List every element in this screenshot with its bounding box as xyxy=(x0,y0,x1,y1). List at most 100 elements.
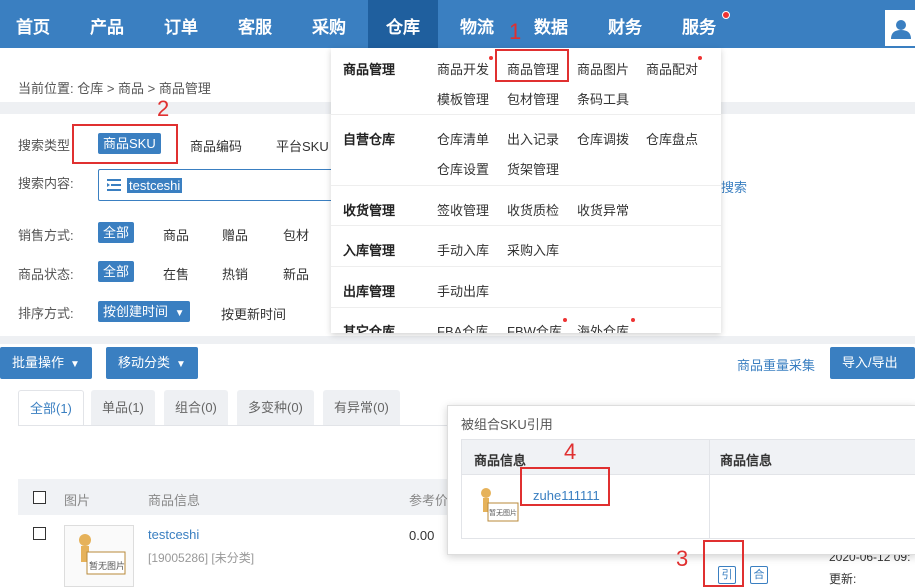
search-type-label: 搜索类型 xyxy=(18,138,71,153)
user-icon xyxy=(891,20,911,39)
status-on-sale[interactable]: 在售 xyxy=(163,264,189,283)
divider-band-2 xyxy=(0,336,915,344)
header-product-info: 商品信息 xyxy=(148,493,201,508)
section-title-receiving: 收货管理 xyxy=(343,203,396,218)
annotation-box-2 xyxy=(72,124,178,164)
update-label: 更新: xyxy=(829,572,857,586)
combo-sku-popup: 被组合SKU引用 商品信息 商品信息 暂无图片 zuhe111111 xyxy=(447,405,915,555)
move-category-label: 移动分类 xyxy=(118,355,171,370)
menu-separator xyxy=(331,225,721,226)
nav-products[interactable]: 产品 xyxy=(74,0,140,48)
search-input[interactable]: testceshi xyxy=(98,169,338,201)
menu-fbw-warehouse[interactable]: FBW仓库 xyxy=(507,321,562,333)
combine-icon-button[interactable]: 合 xyxy=(750,566,768,584)
nav-orders[interactable]: 订单 xyxy=(148,0,214,48)
row-checkbox[interactable] xyxy=(33,527,46,540)
menu-overseas-warehouse[interactable]: 海外仓库 xyxy=(577,321,629,333)
menu-template-mgmt[interactable]: 模板管理 xyxy=(437,89,489,108)
nav-home[interactable]: 首页 xyxy=(0,0,66,48)
weight-collect-link[interactable]: 商品重量采集 xyxy=(737,355,815,374)
menu-separator xyxy=(331,114,721,115)
batch-operation-button[interactable]: 批量操作 ▼ xyxy=(0,347,92,379)
chevron-down-icon: ▼ xyxy=(174,308,185,319)
sort-label: 排序方式: xyxy=(18,306,74,321)
sort-by-updated[interactable]: 按更新时间 xyxy=(221,304,286,323)
menu-warehouse-stocktake[interactable]: 仓库盘点 xyxy=(646,129,698,148)
product-name-link[interactable]: testceshi xyxy=(148,527,199,542)
new-dot xyxy=(698,56,702,60)
warehouse-dropdown-menu: 商品管理 商品开发 商品管理 商品图片 商品配对 模板管理 包材管理 条码工具 … xyxy=(331,48,721,333)
menu-manual-inbound[interactable]: 手动入库 xyxy=(437,240,489,259)
chevron-down-icon: ▼ xyxy=(70,359,80,370)
tab-single[interactable]: 单品(1) xyxy=(91,390,155,425)
menu-sign-receipt[interactable]: 签收管理 xyxy=(437,200,489,219)
sale-mode-product[interactable]: 商品 xyxy=(163,225,189,244)
sale-mode-all[interactable]: 全部 xyxy=(98,222,135,243)
import-export-button[interactable]: 导入/导出▼ xyxy=(830,347,915,402)
menu-product-images[interactable]: 商品图片 xyxy=(577,59,629,78)
tab-variants[interactable]: 多变种(0) xyxy=(237,390,314,425)
popup-column-divider xyxy=(709,475,710,538)
annotation-number-1: 1 xyxy=(509,19,522,44)
menu-product-match[interactable]: 商品配对 xyxy=(646,59,698,78)
status-hot[interactable]: 热销 xyxy=(222,264,248,283)
menu-warehouse-list[interactable]: 仓库清单 xyxy=(437,129,489,148)
sale-mode-label: 销售方式: xyxy=(18,228,74,243)
popup-thumbnail: 暂无图片 xyxy=(472,483,520,531)
sale-mode-gift[interactable]: 赠品 xyxy=(222,225,248,244)
annotation-box-3 xyxy=(703,540,744,587)
status-new[interactable]: 新品 xyxy=(283,264,309,283)
nav-services[interactable]: 服务 xyxy=(666,0,732,48)
move-category-button[interactable]: 移动分类 ▼ xyxy=(106,347,198,379)
nav-purchase[interactable]: 采购 xyxy=(296,0,362,48)
nav-logistics[interactable]: 物流 xyxy=(444,0,510,48)
sort-by-created[interactable]: 按创建时间 ▼ xyxy=(98,301,190,322)
product-price: 0.00 xyxy=(409,528,435,543)
menu-purchase-inbound[interactable]: 采购入库 xyxy=(507,240,559,259)
popup-header-info-1: 商品信息 xyxy=(474,453,527,468)
menu-receipt-qc[interactable]: 收货质检 xyxy=(507,200,559,219)
menu-separator xyxy=(331,307,721,308)
menu-warehouse-settings[interactable]: 仓库设置 xyxy=(437,159,489,178)
nav-service[interactable]: 客服 xyxy=(222,0,288,48)
menu-packing-mgmt[interactable]: 包材管理 xyxy=(507,89,559,108)
new-dot xyxy=(489,56,493,60)
section-title-self-warehouse: 自营仓库 xyxy=(343,132,396,147)
table-header: 图片 商品信息 参考价 xyxy=(18,479,448,515)
menu-barcode-tool[interactable]: 条码工具 xyxy=(577,89,629,108)
header-image: 图片 xyxy=(64,493,91,508)
sale-mode-packing[interactable]: 包材 xyxy=(283,225,309,244)
breadcrumb: 当前位置: 仓库 > 商品 > 商品管理 xyxy=(18,81,211,96)
search-type-platform-sku[interactable]: 平台SKU xyxy=(276,136,329,155)
annotation-number-4: 4 xyxy=(564,439,577,464)
new-dot xyxy=(631,318,635,322)
batch-operation-label: 批量操作 xyxy=(12,355,65,370)
no-image-figure xyxy=(79,534,126,575)
section-title-other-warehouse: 其它仓库 xyxy=(343,324,396,333)
nav-finance[interactable]: 财务 xyxy=(592,0,658,48)
menu-product-dev[interactable]: 商品开发 xyxy=(437,59,489,78)
menu-receipt-exception[interactable]: 收货异常 xyxy=(577,200,629,219)
nav-data[interactable]: 数据 xyxy=(518,0,584,48)
menu-inout-records[interactable]: 出入记录 xyxy=(507,129,559,148)
tab-abnormal[interactable]: 有异常(0) xyxy=(323,390,400,425)
no-image-figure xyxy=(481,488,519,522)
select-all-checkbox[interactable] xyxy=(33,491,46,504)
search-type-code[interactable]: 商品编码 xyxy=(190,136,242,155)
top-nav: 首页 产品 订单 客服 采购 仓库 物流 数据 财务 服务 xyxy=(0,0,915,48)
nav-warehouse[interactable]: 仓库 xyxy=(368,0,438,48)
menu-fba-warehouse[interactable]: FBA仓库 xyxy=(437,321,488,333)
menu-warehouse-transfer[interactable]: 仓库调拨 xyxy=(577,129,629,148)
user-avatar[interactable] xyxy=(885,10,915,46)
menu-manual-outbound[interactable]: 手动出库 xyxy=(437,281,489,300)
status-all[interactable]: 全部 xyxy=(98,261,135,282)
tab-all[interactable]: 全部(1) xyxy=(18,390,84,425)
search-button[interactable]: 搜索 xyxy=(721,177,747,196)
product-thumbnail[interactable]: 暂无图片 xyxy=(64,525,134,587)
annotation-box-1 xyxy=(495,49,569,82)
tab-combo[interactable]: 组合(0) xyxy=(164,390,228,425)
popup-title: 被组合SKU引用 xyxy=(461,417,553,432)
section-title-outbound: 出库管理 xyxy=(343,284,396,299)
menu-shelf-mgmt[interactable]: 货架管理 xyxy=(507,159,559,178)
notification-dot xyxy=(722,11,730,19)
